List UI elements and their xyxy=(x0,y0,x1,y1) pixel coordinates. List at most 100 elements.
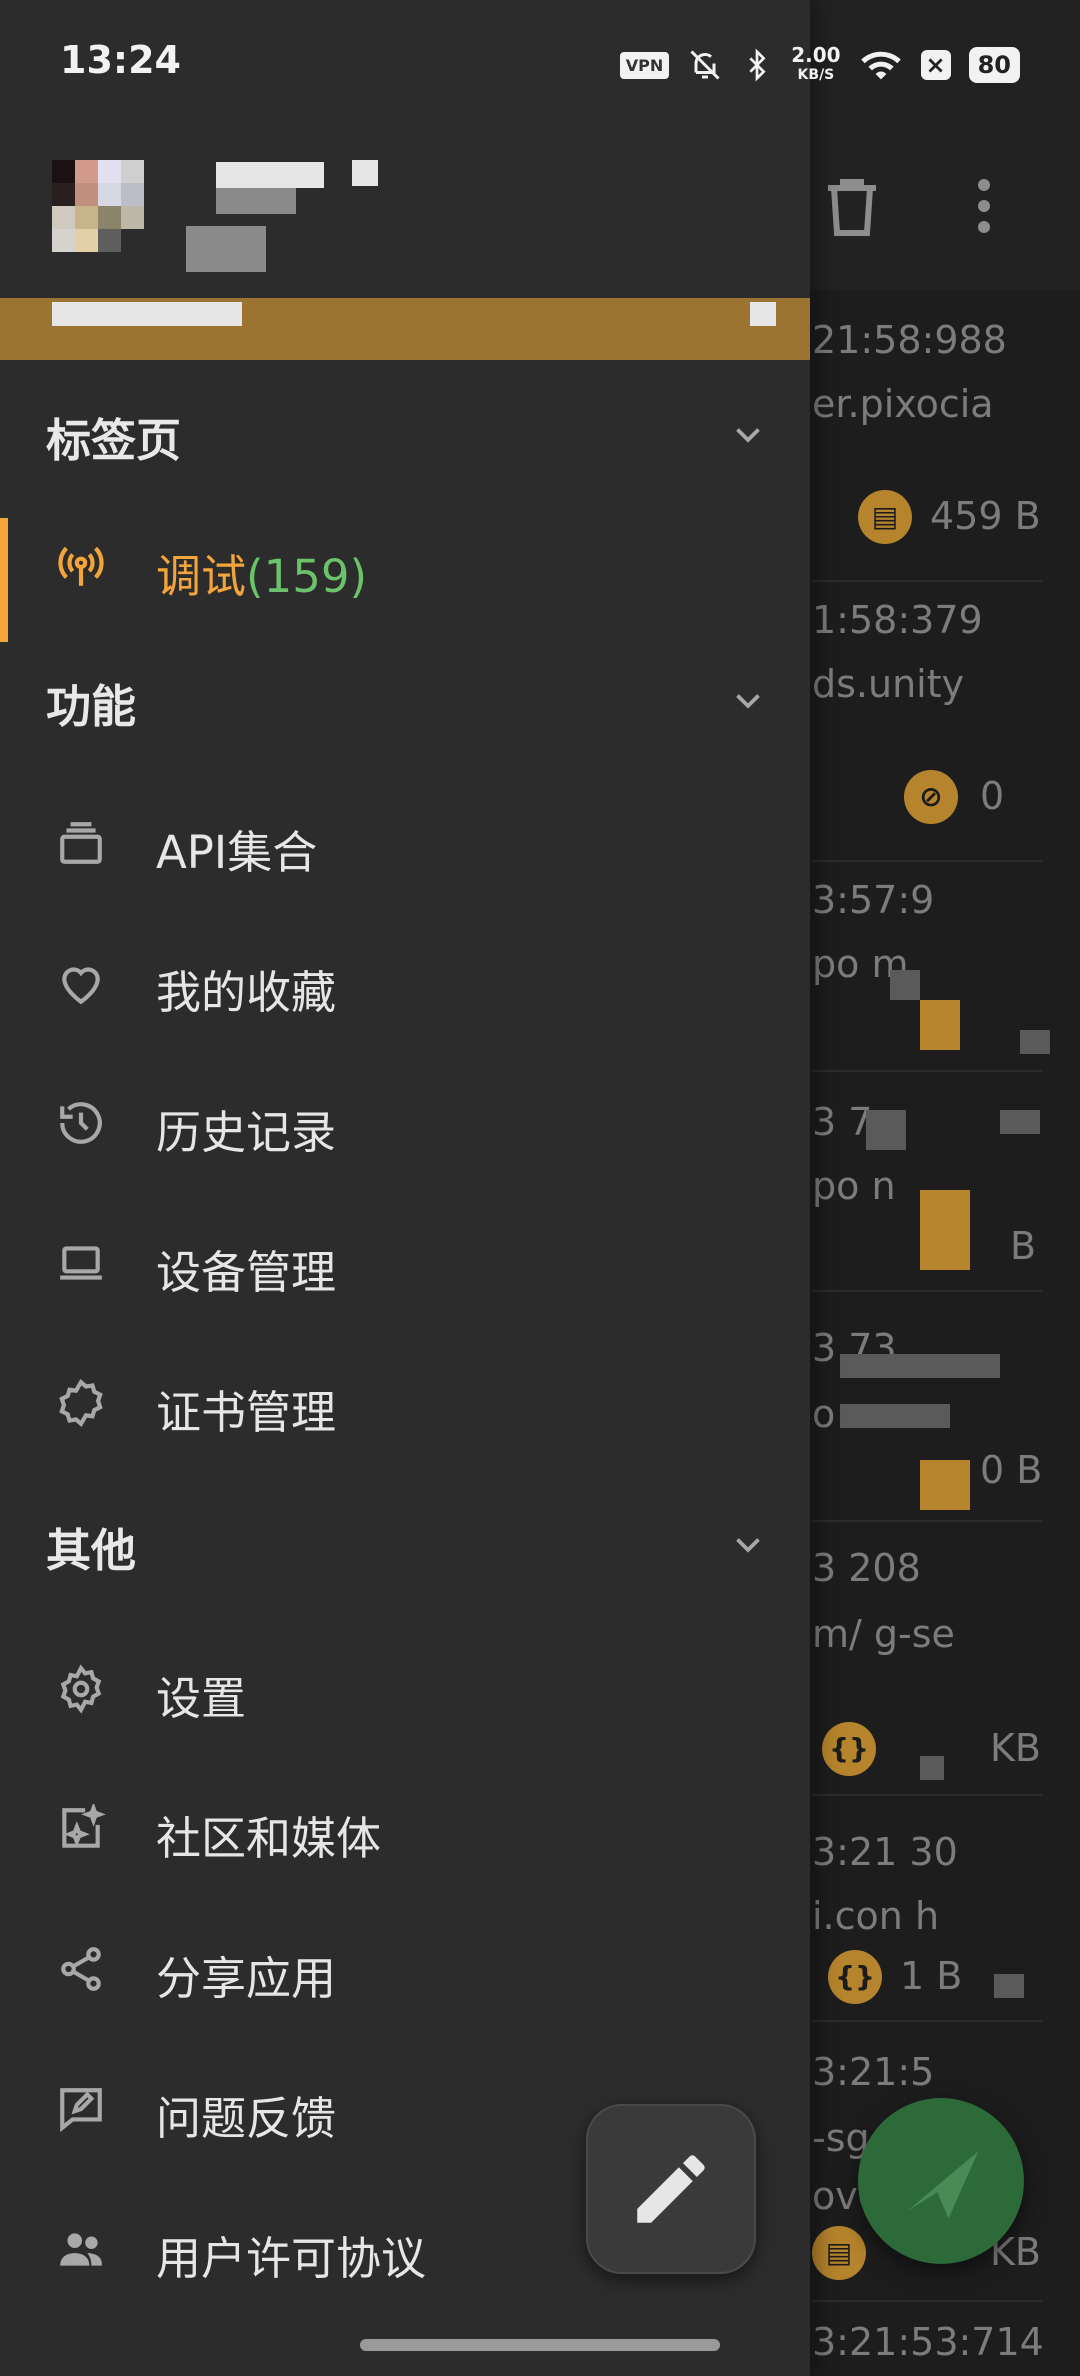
share-icon xyxy=(61,1947,101,1991)
people-icon xyxy=(60,2233,102,2266)
drawer-header xyxy=(0,130,810,370)
drawer-item-label: 社区和媒体 xyxy=(156,1812,382,1865)
drawer-item-api-collection[interactable]: API集合 xyxy=(0,782,810,902)
request-host: i.con h xyxy=(812,1894,940,1938)
request-host: o xyxy=(812,1392,836,1436)
home-indicator[interactable] xyxy=(360,2339,720,2351)
vpn-icon: VPN xyxy=(619,51,670,79)
request-size: KB xyxy=(990,1726,1041,1770)
drawer-item-history[interactable]: 历史记录 xyxy=(0,1062,810,1182)
net-speed-unit: KB/S xyxy=(797,67,835,83)
gear-icon xyxy=(60,1664,102,1714)
redacted-username xyxy=(216,188,296,214)
chevron-down-icon[interactable] xyxy=(730,416,766,452)
network-speed: 2.00 KB/S xyxy=(791,45,840,85)
drawer-item-settings[interactable]: 设置 xyxy=(0,1628,810,1748)
active-indicator xyxy=(0,518,8,642)
redacted-block xyxy=(920,1190,970,1270)
laptop-icon xyxy=(60,1246,102,1280)
avatar[interactable] xyxy=(52,160,167,275)
more-vertical-icon[interactable] xyxy=(948,170,1020,242)
request-host: ds.unity xyxy=(812,662,965,706)
bluetooth-icon xyxy=(749,48,766,82)
battery-icon: 80 xyxy=(968,47,1020,83)
antenna-icon xyxy=(58,546,104,586)
drawer-item-devices[interactable]: 设备管理 xyxy=(0,1202,810,1322)
drawer-item-certificates[interactable]: 证书管理 xyxy=(0,1342,810,1462)
drawer-item-label: 用户许可协议 xyxy=(156,2232,427,2285)
json-icon: {} xyxy=(828,1950,882,2004)
drawer-item-share[interactable]: 分享应用 xyxy=(0,1908,810,2028)
drawer-item-label: API集合 xyxy=(156,826,318,879)
edit-button[interactable] xyxy=(586,2104,756,2274)
drawer-item-label: 设置 xyxy=(156,1672,247,1725)
section-title-tabs: 标签页 xyxy=(46,414,182,467)
drawer-item-label: 证书管理 xyxy=(156,1386,337,1439)
redacted-block xyxy=(1000,1110,1040,1134)
close-box-icon: × xyxy=(920,50,951,80)
mute-bell-icon xyxy=(690,50,720,80)
request-host: po n xyxy=(812,1164,896,1208)
row-divider xyxy=(812,1290,1042,1292)
feedback-icon xyxy=(60,2088,102,2133)
row-divider xyxy=(812,2300,1042,2302)
header-accent-band xyxy=(0,298,810,360)
file-icon: ▤ xyxy=(858,490,912,544)
request-time: 21:58:988 xyxy=(812,318,1007,362)
redacted-block xyxy=(866,1110,906,1150)
request-host: er.pixocia xyxy=(812,382,994,426)
json-icon: {} xyxy=(822,1722,876,1776)
row-divider xyxy=(812,1794,1042,1796)
row-divider xyxy=(812,860,1042,862)
request-size: 459 B xyxy=(930,494,1041,538)
wifi-icon xyxy=(860,51,901,80)
net-speed-value: 2.00 xyxy=(791,43,841,67)
section-title-other: 其他 xyxy=(46,1524,137,1577)
request-host: m/ g-se xyxy=(812,1612,955,1656)
request-size: B xyxy=(1010,1224,1037,1268)
request-time: 3 7 xyxy=(812,1100,873,1144)
request-time: 3 208 xyxy=(812,1546,921,1590)
redacted-block xyxy=(840,1404,950,1428)
chevron-down-icon[interactable] xyxy=(730,682,766,718)
redacted-username xyxy=(186,226,266,272)
request-size: 1 B xyxy=(900,1954,963,1998)
collection-icon xyxy=(60,822,102,864)
request-time: 3:57:9 xyxy=(812,878,935,922)
redacted-info xyxy=(750,302,776,326)
row-divider xyxy=(812,1070,1042,1072)
drawer-item-label: 分享应用 xyxy=(156,1952,337,2005)
request-time: 3:21 30 xyxy=(812,1830,958,1874)
redacted-username xyxy=(216,162,324,188)
send-button[interactable] xyxy=(858,2098,1024,2264)
request-time: 1:58:379 xyxy=(812,598,983,642)
drawer-item-debug[interactable]: 调试(159) xyxy=(0,506,810,642)
request-size: 0 B xyxy=(980,1448,1043,1492)
navigation-drawer: 标签页 调试(159) 功能 API集合 我的收藏 历史记录 设备管理 证书管理… xyxy=(0,0,810,2376)
redacted-block xyxy=(920,1000,960,1050)
certificate-icon xyxy=(59,1378,103,1428)
delete-icon[interactable] xyxy=(816,170,888,242)
section-title-features: 功能 xyxy=(46,680,137,733)
drawer-item-label: 历史记录 xyxy=(156,1106,337,1159)
redacted-info xyxy=(52,302,242,326)
history-icon xyxy=(60,1102,102,1144)
row-divider xyxy=(812,1520,1042,1522)
row-divider xyxy=(812,2020,1042,2022)
redacted-block xyxy=(1020,1030,1050,1054)
drawer-item-community[interactable]: 社区和媒体 xyxy=(0,1768,810,1888)
drawer-item-label: 问题反馈 xyxy=(156,2092,337,2145)
redacted-block xyxy=(840,1354,1000,1378)
drawer-item-label: 设备管理 xyxy=(156,1246,337,1299)
redacted-block xyxy=(994,1974,1024,1998)
heart-icon xyxy=(62,967,100,1005)
link-off-icon: ⊘ xyxy=(904,770,958,824)
chevron-down-icon[interactable] xyxy=(730,1526,766,1562)
redacted-block xyxy=(920,1460,970,1510)
request-time: 3:21:5 xyxy=(812,2050,935,2094)
request-time: 3:21:53:714 xyxy=(812,2320,1044,2364)
row-divider xyxy=(812,580,1042,582)
drawer-item-label: 我的收藏 xyxy=(156,966,337,1019)
send-icon xyxy=(907,2151,979,2219)
drawer-item-favorites[interactable]: 我的收藏 xyxy=(0,922,810,1042)
